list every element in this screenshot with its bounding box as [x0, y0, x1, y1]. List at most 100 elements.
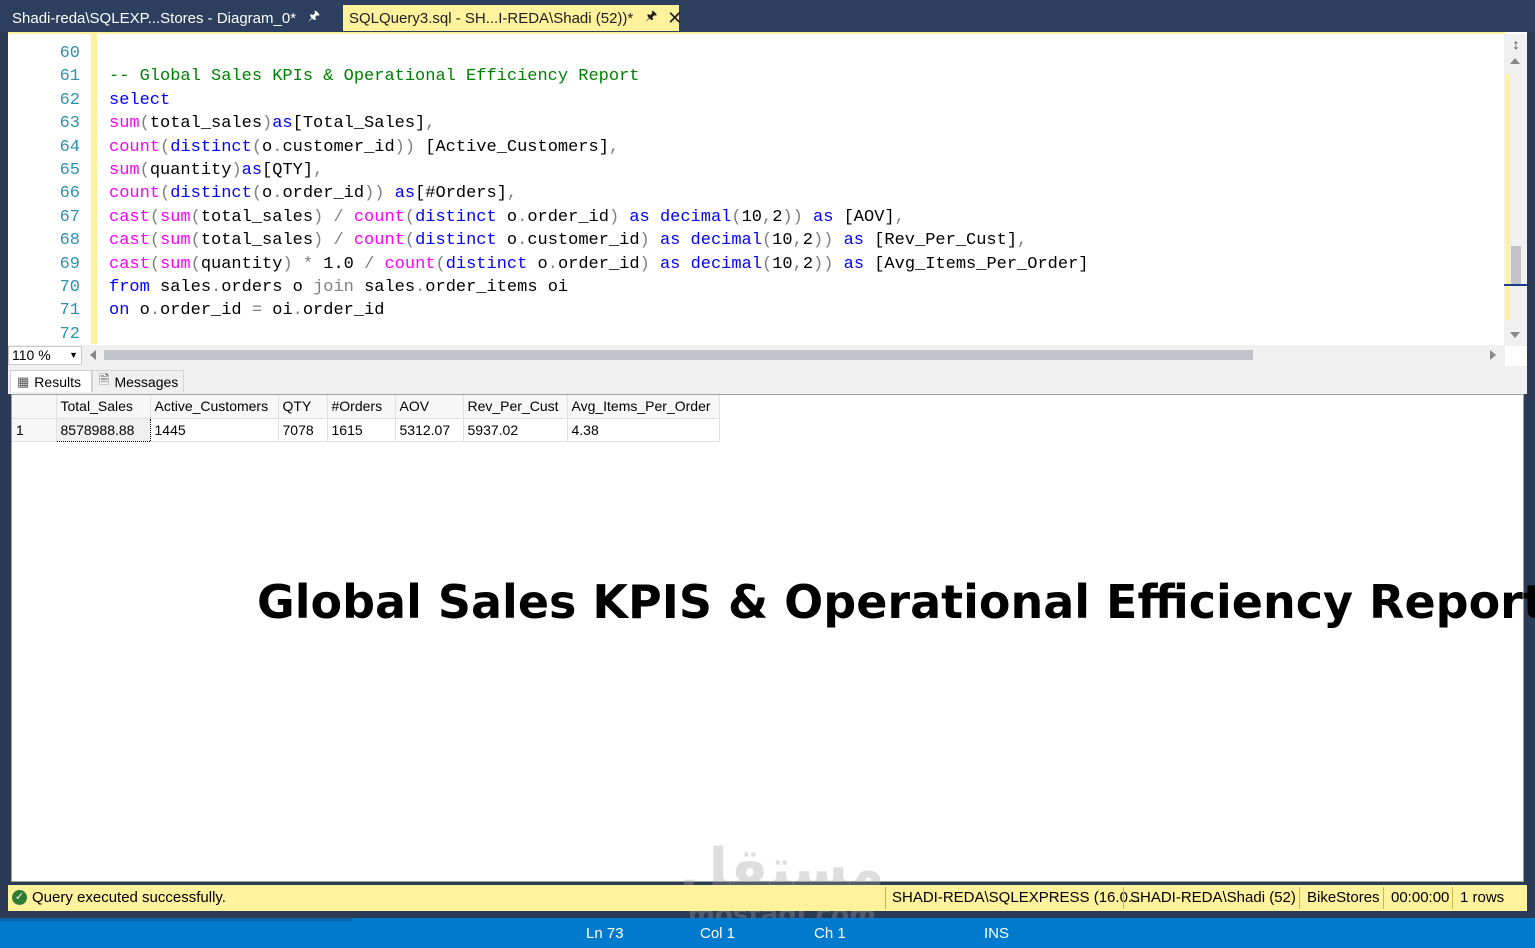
- status-divider: [1123, 887, 1124, 909]
- row-number[interactable]: 1: [12, 418, 57, 442]
- column-header[interactable]: Total_Sales: [56, 395, 151, 419]
- code-line[interactable]: select: [109, 89, 170, 112]
- code-token: (: [762, 254, 773, 274]
- code-token: count: [353, 207, 405, 227]
- code-token: .: [547, 254, 558, 274]
- query-status-bar: ✓ Query executed successfully. SHADI-RED…: [8, 885, 1527, 911]
- status-divider: [1452, 887, 1453, 909]
- code-token: =: [251, 301, 263, 321]
- code-token: decimal: [690, 254, 762, 274]
- code-token: order_id: [282, 184, 365, 204]
- line-number: 66: [59, 184, 80, 204]
- scroll-up-arrow-icon[interactable]: [1510, 58, 1520, 64]
- code-token: 2: [802, 254, 814, 274]
- code-token: .: [211, 278, 222, 297]
- scroll-right-arrow-icon[interactable]: [1490, 350, 1496, 360]
- code-token: [#Orders]: [415, 184, 507, 204]
- code-token: sum: [160, 231, 191, 251]
- code-token: order_id: [557, 254, 640, 274]
- query-editor[interactable]: 60 61 62 63 64 65 66 67 68 69 70 71 72 -- Global Sal…: [8, 32, 1527, 366]
- code-token: order_id: [527, 207, 609, 227]
- editor-top-rule: [8, 32, 1505, 34]
- tab-messages-label: Messages: [114, 373, 179, 390]
- code-token: total_sales: [200, 207, 314, 227]
- code-line[interactable]: sum(quantity)as[QTY],: [109, 159, 323, 182]
- grid-cell[interactable]: 1445: [150, 418, 279, 442]
- code-token: customer_id: [282, 137, 395, 157]
- zoom-select[interactable]: 110 % ▼: [8, 346, 82, 365]
- code-token: order_items oi: [425, 278, 569, 297]
- grid-cell[interactable]: 1615: [327, 418, 396, 442]
- tab-diagram[interactable]: Shadi-reda\SQLEXP...Stores - Diagram_0* …: [6, 5, 336, 31]
- horizontal-scroll-thumb[interactable]: [104, 350, 1253, 360]
- code-token: [Rev_Per_Cust]: [864, 231, 1018, 251]
- code-token: .: [272, 137, 283, 157]
- code-token: sum: [109, 114, 140, 134]
- grid-cell[interactable]: 5312.07: [395, 418, 464, 442]
- column-header[interactable]: Avg_Items_Per_Order: [567, 395, 720, 419]
- code-token: .: [517, 207, 528, 227]
- scroll-down-arrow-icon[interactable]: [1510, 332, 1520, 338]
- column-header[interactable]: Rev_Per_Cust: [463, 395, 568, 419]
- code-line[interactable]: cast(sum(quantity) * 1.0 / count(distinc…: [109, 253, 1088, 276]
- grid-corner[interactable]: [12, 395, 57, 419]
- code-token: [AOV]: [833, 207, 895, 227]
- code-line[interactable]: on o.order_id = oi.order_id: [109, 299, 384, 322]
- code-token: ) /: [313, 231, 354, 251]
- code-token: 10: [772, 254, 793, 274]
- chevron-down-icon[interactable]: ▼: [69, 347, 78, 364]
- status-bar-left-segment: [0, 918, 352, 921]
- line-number: 63: [59, 114, 80, 134]
- code-line[interactable]: cast(sum(total_sales) / count(distinct o…: [109, 229, 1027, 252]
- scroll-left-arrow-icon[interactable]: [90, 350, 96, 360]
- tab-results-label: Results: [34, 373, 81, 390]
- vertical-scrollbar[interactable]: ↕: [1504, 34, 1527, 346]
- code-token: ,: [894, 207, 905, 227]
- code-line[interactable]: count(distinct(o.customer_id)) [Active_C…: [109, 136, 619, 159]
- code-token: (: [149, 254, 161, 274]
- grid-cell[interactable]: 4.38: [567, 418, 720, 442]
- code-token: (: [149, 231, 161, 251]
- tab-results[interactable]: ▦ Results: [10, 370, 92, 392]
- pin-icon[interactable]: 🖈︎: [645, 7, 657, 29]
- messages-icon: 🗎︎: [99, 371, 110, 387]
- table-row[interactable]: 1 8578988.88 1445 7078 1615 5312.07 5937…: [12, 417, 720, 442]
- code-token: from: [109, 278, 150, 297]
- code-line[interactable]: count(distinct(o.order_id)) as[#Orders],: [109, 182, 517, 205]
- code-line[interactable]: -- Global Sales KPIs & Operational Effic…: [109, 65, 640, 88]
- close-icon[interactable]: ✕: [667, 9, 682, 27]
- split-view-icon[interactable]: ↕: [1508, 36, 1524, 52]
- grid-cell[interactable]: 8578988.88: [55, 417, 151, 442]
- line-number: 61: [59, 67, 80, 87]
- column-header[interactable]: AOV: [395, 395, 464, 419]
- tab-sqlquery3[interactable]: SQLQuery3.sql - SH...I-REDA\Shadi (52))*…: [343, 5, 682, 31]
- column-header[interactable]: #Orders: [327, 395, 396, 419]
- column-header[interactable]: Active_Customers: [150, 395, 279, 419]
- vertical-scroll-thumb[interactable]: [1511, 246, 1521, 286]
- column-header[interactable]: QTY: [278, 395, 328, 419]
- grid-header-row: Total_Sales Active_Customers QTY #Orders…: [12, 395, 720, 419]
- grid-icon: ▦: [17, 373, 30, 389]
- line-number: 67: [59, 207, 80, 227]
- code-token: count: [109, 137, 161, 157]
- code-token: decimal: [690, 231, 762, 251]
- pin-icon[interactable]: 🖈︎: [308, 7, 320, 29]
- query-status-message: ✓ Query executed successfully.: [12, 889, 226, 906]
- code-token: (: [190, 254, 201, 274]
- cursor-column: Col 1: [700, 925, 736, 942]
- code-line[interactable]: cast(sum(total_sales) / count(distinct o…: [109, 206, 905, 229]
- status-server: SHADI-REDA\SQLEXPRESS (16.0...: [892, 889, 1141, 906]
- code-token: sum: [160, 207, 191, 227]
- code-token: distinct: [170, 184, 252, 204]
- tab-messages[interactable]: 🗎︎ Messages: [92, 370, 184, 392]
- code-token: quantity: [149, 161, 232, 180]
- code-token: on: [109, 301, 130, 321]
- grid-cell[interactable]: 5937.02: [463, 418, 568, 442]
- code-line[interactable]: from sales.orders o join sales.order_ite…: [109, 276, 568, 299]
- code-token: count: [384, 254, 436, 274]
- code-token: .: [149, 301, 161, 321]
- grid-cell[interactable]: 7078: [278, 418, 328, 442]
- code-token: count: [353, 231, 405, 251]
- code-line[interactable]: sum(total_sales)as[Total_Sales],: [109, 112, 435, 135]
